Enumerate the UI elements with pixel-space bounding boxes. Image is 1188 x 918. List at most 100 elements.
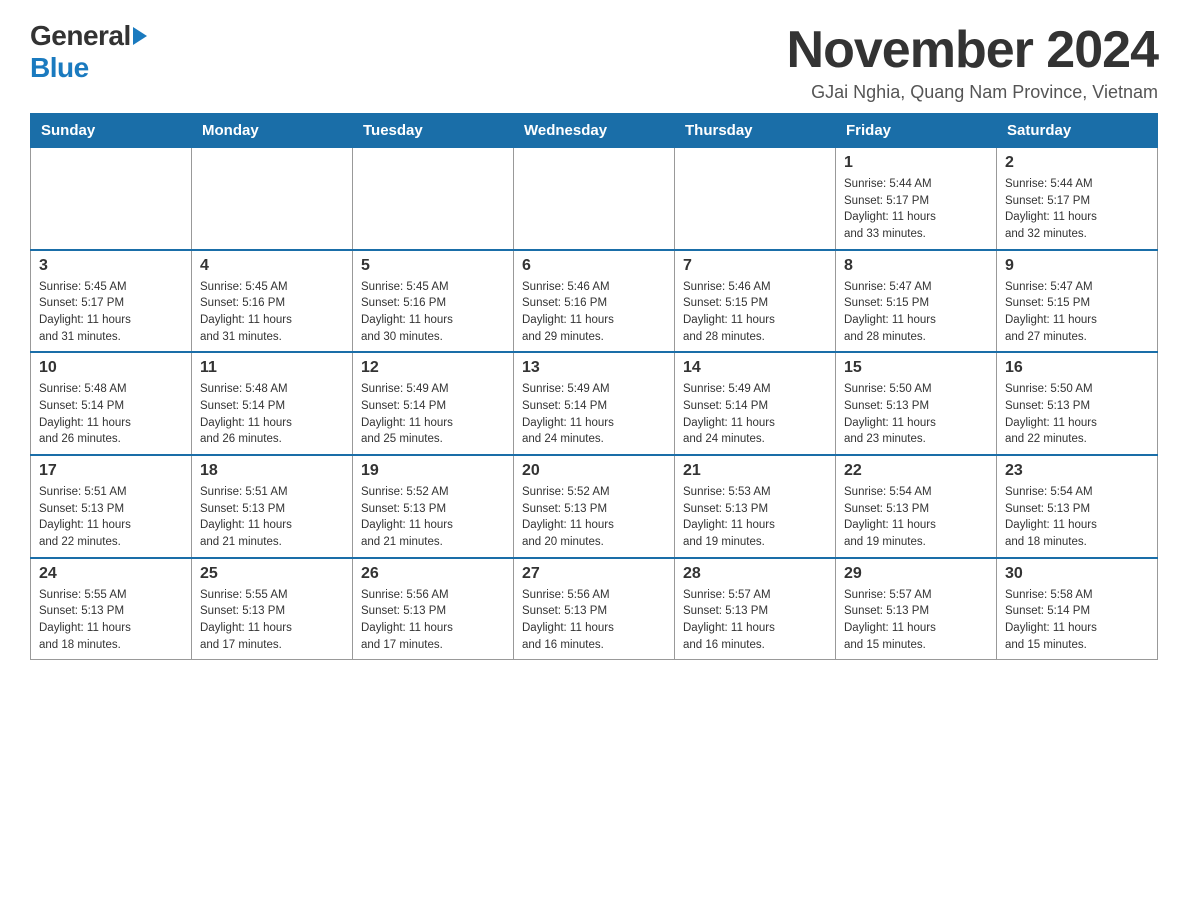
- day-info: Sunrise: 5:46 AM Sunset: 5:16 PM Dayligh…: [522, 279, 666, 346]
- day-number: 23: [1005, 462, 1149, 480]
- table-cell: 17 Sunrise: 5:51 AM Sunset: 5:13 PM Dayli…: [31, 455, 192, 558]
- day-number: 14: [683, 359, 827, 377]
- table-cell: 15 Sunrise: 5:50 AM Sunset: 5:13 PM Dayli…: [836, 352, 997, 455]
- day-info: Sunrise: 5:54 AM Sunset: 5:13 PM Dayligh…: [844, 484, 988, 551]
- day-number: 29: [844, 565, 988, 583]
- table-cell: 5Sunrise: 5:45 AM Sunset: 5:16 PM Daylig…: [353, 250, 514, 353]
- day-number: 28: [683, 565, 827, 583]
- table-cell: 12 Sunrise: 5:49 AM Sunset: 5:14 PM Dayli…: [353, 352, 514, 455]
- day-info: Sunrise: 5:51 AM Sunset: 5:13 PM Dayligh…: [200, 484, 344, 551]
- day-number: 30: [1005, 565, 1149, 583]
- day-info: Sunrise: 5:58 AM Sunset: 5:14 PM Dayligh…: [1005, 587, 1149, 654]
- table-cell: 28 Sunrise: 5:57 AM Sunset: 5:13 PM Dayli…: [675, 558, 836, 660]
- day-info: Sunrise: 5:46 AM Sunset: 5:15 PM Dayligh…: [683, 279, 827, 346]
- table-cell: 27Sunrise: 5:56 AM Sunset: 5:13 PM Dayli…: [514, 558, 675, 660]
- table-cell: 21 Sunrise: 5:53 AM Sunset: 5:13 PM Dayli…: [675, 455, 836, 558]
- day-info: Sunrise: 5:48 AM Sunset: 5:14 PM Dayligh…: [39, 381, 183, 448]
- day-info: Sunrise: 5:50 AM Sunset: 5:13 PM Dayligh…: [1005, 381, 1149, 448]
- day-number: 12: [361, 359, 505, 377]
- day-info: Sunrise: 5:57 AM Sunset: 5:13 PM Dayligh…: [844, 587, 988, 654]
- day-info: Sunrise: 5:48 AM Sunset: 5:14 PM Dayligh…: [200, 381, 344, 448]
- header-saturday: Saturday: [997, 114, 1158, 148]
- table-cell: 26 Sunrise: 5:56 AM Sunset: 5:13 PM Dayli…: [353, 558, 514, 660]
- table-cell: 2 Sunrise: 5:44 AM Sunset: 5:17 PM Daylig…: [997, 148, 1158, 250]
- day-info: Sunrise: 5:55 AM Sunset: 5:13 PM Dayligh…: [39, 587, 183, 654]
- day-info: Sunrise: 5:52 AM Sunset: 5:13 PM Dayligh…: [522, 484, 666, 551]
- day-info: Sunrise: 5:50 AM Sunset: 5:13 PM Dayligh…: [844, 381, 988, 448]
- week-row-4: 17 Sunrise: 5:51 AM Sunset: 5:13 PM Dayli…: [31, 455, 1158, 558]
- day-number: 9: [1005, 257, 1149, 275]
- header-friday: Friday: [836, 114, 997, 148]
- day-info: Sunrise: 5:55 AM Sunset: 5:13 PM Dayligh…: [200, 587, 344, 654]
- day-number: 7: [683, 257, 827, 275]
- day-info: Sunrise: 5:56 AM Sunset: 5:13 PM Dayligh…: [361, 587, 505, 654]
- day-info: Sunrise: 5:47 AM Sunset: 5:15 PM Dayligh…: [1005, 279, 1149, 346]
- table-cell: 1 Sunrise: 5:44 AM Sunset: 5:17 PM Daylig…: [836, 148, 997, 250]
- table-cell: 4 Sunrise: 5:45 AM Sunset: 5:16 PM Daylig…: [192, 250, 353, 353]
- week-row-5: 24Sunrise: 5:55 AM Sunset: 5:13 PM Dayli…: [31, 558, 1158, 660]
- table-cell: [353, 148, 514, 250]
- calendar-table: SundayMondayTuesdayWednesdayThursdayFrid…: [30, 113, 1158, 660]
- table-cell: 16 Sunrise: 5:50 AM Sunset: 5:13 PM Dayli…: [997, 352, 1158, 455]
- day-number: 18: [200, 462, 344, 480]
- day-number: 19: [361, 462, 505, 480]
- day-info: Sunrise: 5:53 AM Sunset: 5:13 PM Dayligh…: [683, 484, 827, 551]
- table-cell: 20 Sunrise: 5:52 AM Sunset: 5:13 PM Dayli…: [514, 455, 675, 558]
- day-number: 17: [39, 462, 183, 480]
- day-info: Sunrise: 5:44 AM Sunset: 5:17 PM Dayligh…: [1005, 176, 1149, 243]
- day-number: 4: [200, 257, 344, 275]
- logo-arrow-icon: [133, 27, 147, 45]
- day-number: 1: [844, 154, 988, 172]
- day-info: Sunrise: 5:49 AM Sunset: 5:14 PM Dayligh…: [361, 381, 505, 448]
- table-cell: 8Sunrise: 5:47 AM Sunset: 5:15 PM Daylig…: [836, 250, 997, 353]
- table-cell: [514, 148, 675, 250]
- header-sunday: Sunday: [31, 114, 192, 148]
- table-cell: 3 Sunrise: 5:45 AM Sunset: 5:17 PM Daylig…: [31, 250, 192, 353]
- day-info: Sunrise: 5:45 AM Sunset: 5:16 PM Dayligh…: [200, 279, 344, 346]
- title-section: November 2024 GJai Nghia, Quang Nam Prov…: [787, 20, 1158, 103]
- day-info: Sunrise: 5:51 AM Sunset: 5:13 PM Dayligh…: [39, 484, 183, 551]
- day-number: 15: [844, 359, 988, 377]
- day-number: 6: [522, 257, 666, 275]
- table-cell: 6 Sunrise: 5:46 AM Sunset: 5:16 PM Daylig…: [514, 250, 675, 353]
- table-cell: 13 Sunrise: 5:49 AM Sunset: 5:14 PM Dayli…: [514, 352, 675, 455]
- location-text: GJai Nghia, Quang Nam Province, Vietnam: [787, 82, 1158, 103]
- day-info: Sunrise: 5:47 AM Sunset: 5:15 PM Dayligh…: [844, 279, 988, 346]
- header-monday: Monday: [192, 114, 353, 148]
- day-info: Sunrise: 5:57 AM Sunset: 5:13 PM Dayligh…: [683, 587, 827, 654]
- table-cell: 19Sunrise: 5:52 AM Sunset: 5:13 PM Dayli…: [353, 455, 514, 558]
- table-cell: 23 Sunrise: 5:54 AM Sunset: 5:13 PM Dayli…: [997, 455, 1158, 558]
- table-cell: [192, 148, 353, 250]
- logo-general-text: General: [30, 20, 131, 52]
- calendar-header-row: SundayMondayTuesdayWednesdayThursdayFrid…: [31, 114, 1158, 148]
- day-number: 11: [200, 359, 344, 377]
- table-cell: 10Sunrise: 5:48 AM Sunset: 5:14 PM Dayli…: [31, 352, 192, 455]
- table-cell: 14Sunrise: 5:49 AM Sunset: 5:14 PM Dayli…: [675, 352, 836, 455]
- day-info: Sunrise: 5:44 AM Sunset: 5:17 PM Dayligh…: [844, 176, 988, 243]
- table-cell: 7 Sunrise: 5:46 AM Sunset: 5:15 PM Daylig…: [675, 250, 836, 353]
- day-number: 3: [39, 257, 183, 275]
- day-info: Sunrise: 5:49 AM Sunset: 5:14 PM Dayligh…: [522, 381, 666, 448]
- table-cell: [675, 148, 836, 250]
- day-number: 22: [844, 462, 988, 480]
- week-row-2: 3 Sunrise: 5:45 AM Sunset: 5:17 PM Daylig…: [31, 250, 1158, 353]
- day-info: Sunrise: 5:54 AM Sunset: 5:13 PM Dayligh…: [1005, 484, 1149, 551]
- day-number: 21: [683, 462, 827, 480]
- table-cell: 30 Sunrise: 5:58 AM Sunset: 5:14 PM Dayli…: [997, 558, 1158, 660]
- day-number: 16: [1005, 359, 1149, 377]
- table-cell: 24Sunrise: 5:55 AM Sunset: 5:13 PM Dayli…: [31, 558, 192, 660]
- page-header: General Blue November 2024 GJai Nghia, Q…: [30, 20, 1158, 103]
- day-number: 2: [1005, 154, 1149, 172]
- day-number: 20: [522, 462, 666, 480]
- day-number: 26: [361, 565, 505, 583]
- table-cell: 18 Sunrise: 5:51 AM Sunset: 5:13 PM Dayli…: [192, 455, 353, 558]
- week-row-1: 1 Sunrise: 5:44 AM Sunset: 5:17 PM Daylig…: [31, 148, 1158, 250]
- table-cell: [31, 148, 192, 250]
- logo-blue-text: Blue: [30, 52, 89, 84]
- day-number: 13: [522, 359, 666, 377]
- table-cell: 25Sunrise: 5:55 AM Sunset: 5:13 PM Dayli…: [192, 558, 353, 660]
- header-tuesday: Tuesday: [353, 114, 514, 148]
- day-info: Sunrise: 5:45 AM Sunset: 5:17 PM Dayligh…: [39, 279, 183, 346]
- week-row-3: 10Sunrise: 5:48 AM Sunset: 5:14 PM Dayli…: [31, 352, 1158, 455]
- logo: General Blue: [30, 20, 147, 84]
